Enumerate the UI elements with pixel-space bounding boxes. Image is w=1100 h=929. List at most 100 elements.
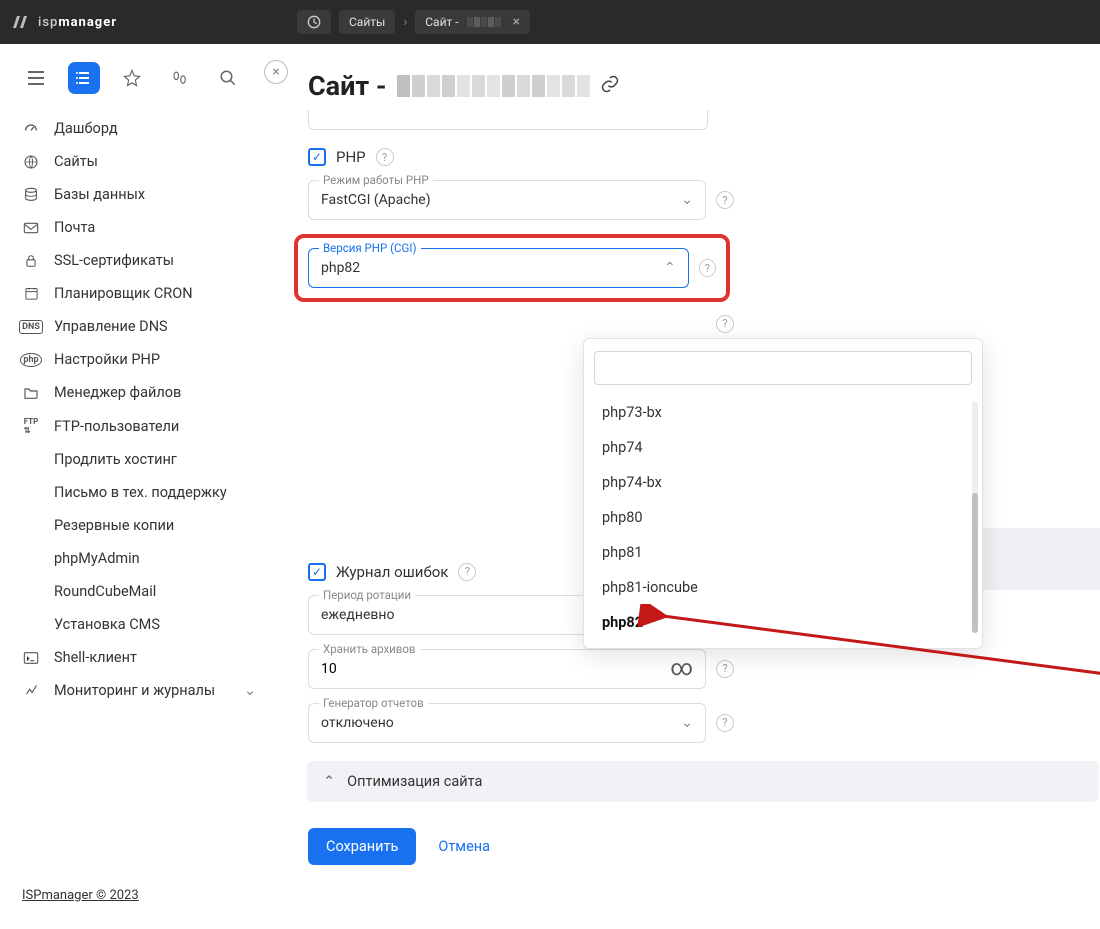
nav-sites[interactable]: Сайты [12,145,266,178]
help-icon[interactable]: ? [376,148,394,166]
nav-monitoring[interactable]: Мониторинг и журналы ⌄ [12,674,266,707]
reports-field: Генератор отчетов отключено ⌄ ? [308,703,1008,743]
calendar-icon [22,286,40,301]
reports-select[interactable]: Генератор отчетов отключено ⌄ [308,703,706,743]
cancel-button[interactable]: Отмена [438,838,490,855]
help-icon[interactable]: ? [716,315,734,333]
scrollbar-thumb[interactable] [972,493,978,633]
nav-files[interactable]: Менеджер файлов [12,376,266,409]
nav-sublist: Продлить хостинг Письмо в тех. поддержку… [44,443,266,641]
folder-icon [22,386,40,400]
search-icon[interactable] [212,62,244,94]
sidebar: Дашборд Сайты Базы данных Почта SSL-серт… [0,44,278,929]
nav-label: FTP-пользователи [54,418,179,435]
nav-php[interactable]: phpНастройки PHP [12,343,266,376]
field-legend: Генератор отчетов [319,696,428,710]
page-title: Сайт - [308,70,387,102]
optimization-collapse[interactable]: ⌃ Оптимизация сайта [307,761,1099,802]
page-header: Сайт - [278,44,1100,110]
errlog-checkbox-label: Журнал ошибок [336,563,448,581]
close-icon[interactable]: × [513,14,520,30]
dropdown-option[interactable]: php80 [594,500,972,535]
breadcrumb-site-current[interactable]: Сайт - × [415,10,530,34]
dns-icon: DNS [22,320,40,334]
logo[interactable]: ispmanager [12,14,117,30]
help-icon[interactable]: ? [716,714,734,732]
field-value: FastCGI (Apache) [321,192,431,208]
nav-label: Менеджер файлов [54,384,181,401]
scrollbar[interactable] [972,401,978,633]
nav-label: Shell-клиент [54,649,137,666]
field-legend: Версия PHP (CGI) [319,241,421,255]
topbar: ispmanager Сайты › Сайт - × [0,0,1100,44]
nav-sub-extend[interactable]: Продлить хостинг [44,443,266,476]
field-legend: Режим работы PHP [319,173,433,187]
nav-label: phpMyAdmin [54,550,140,567]
logo-mark-icon [12,14,34,30]
nav-shell[interactable]: Shell-клиент [12,641,266,674]
nav-label: Письмо в тех. поддержку [54,484,227,501]
dropdown-option[interactable]: php81-ioncube [594,570,972,605]
list-icon[interactable] [68,62,100,94]
field-value: отключено [321,715,394,731]
nav-mail[interactable]: Почта [12,211,266,244]
nav-dns[interactable]: DNSУправление DNS [12,310,266,343]
menu-icon[interactable] [20,62,52,94]
nav-label: Продлить хостинг [54,451,177,468]
php-mode-field: Режим работы PHP FastCGI (Apache) ⌄ ? [308,180,1008,220]
help-icon[interactable]: ? [716,660,734,678]
chevron-right-icon: › [403,15,407,30]
nav-databases[interactable]: Базы данных [12,178,266,211]
footprints-icon[interactable] [164,62,196,94]
nav-sub-roundcube[interactable]: RoundCubeMail [44,575,266,608]
link-icon[interactable] [600,74,620,98]
php-checkbox[interactable]: ✓ [308,148,326,166]
panel-close-icon[interactable]: × [264,60,288,84]
php-mode-select[interactable]: Режим работы PHP FastCGI (Apache) ⌄ [308,180,706,220]
clipped-field [308,110,708,130]
nav-ssl[interactable]: SSL-сертификаты [12,244,266,277]
help-icon[interactable]: ? [716,191,734,209]
nav-label: Мониторинг и журналы [54,682,215,699]
main-panel: × Сайт - ✓ PHP ? Режим работы PHP FastCG… [278,44,1100,929]
database-icon [22,187,40,203]
archives-input[interactable]: Хранить архивов 10 ∞ [308,649,706,689]
chevron-down-icon: ⌄ [244,682,256,699]
help-icon[interactable]: ? [458,563,476,581]
dropdown-option[interactable]: php73-bx [594,395,972,430]
nav-cron[interactable]: Планировщик CRON [12,277,266,310]
dropdown-list: php73-bx php74 php74-bx php80 php81 php8… [594,395,972,640]
star-icon[interactable] [116,62,148,94]
infinity-icon[interactable]: ∞ [670,656,693,681]
chevron-down-icon: ⌄ [681,715,693,731]
save-button[interactable]: Сохранить [308,828,416,865]
footer-copyright[interactable]: ISPmanager © 2023 [12,878,266,917]
nav-sub-phpmyadmin[interactable]: phpMyAdmin [44,542,266,575]
php-icon: php [22,353,40,367]
php-checkbox-row: ✓ PHP ? [308,148,1008,166]
nav-label: Дашборд [54,120,118,137]
archives-field: Хранить архивов 10 ∞ ? [308,649,1008,689]
nav-dashboard[interactable]: Дашборд [12,112,266,145]
errlog-checkbox[interactable]: ✓ [308,563,326,581]
php-version-select[interactable]: Версия PHP (CGI) php82 ⌃ [308,248,689,288]
dropdown-option-selected[interactable]: php82 [594,605,972,640]
nav-sub-support[interactable]: Письмо в тех. поддержку [44,476,266,509]
nav-sub-backup[interactable]: Резервные копии [44,509,266,542]
field-legend: Период ротации [319,588,415,602]
redacted-domain [467,17,501,27]
nav-label: RoundCubeMail [54,583,156,600]
breadcrumb-clock-icon[interactable] [297,10,331,34]
dropdown-option[interactable]: php74 [594,430,972,465]
help-icon[interactable]: ? [699,259,716,277]
dropdown-search-input[interactable] [594,351,972,385]
chart-icon [22,683,40,698]
chevron-up-icon: ⌃ [664,260,676,276]
dropdown-option[interactable]: php81 [594,535,972,570]
nav-ftp[interactable]: FTP⇅FTP-пользователи [12,409,266,443]
nav: Дашборд Сайты Базы данных Почта SSL-серт… [12,112,266,878]
nav-sub-cms[interactable]: Установка CMS [44,608,266,641]
breadcrumb-sites[interactable]: Сайты [339,10,395,34]
dropdown-option[interactable]: php74-bx [594,465,972,500]
nav-label: Базы данных [54,186,145,203]
